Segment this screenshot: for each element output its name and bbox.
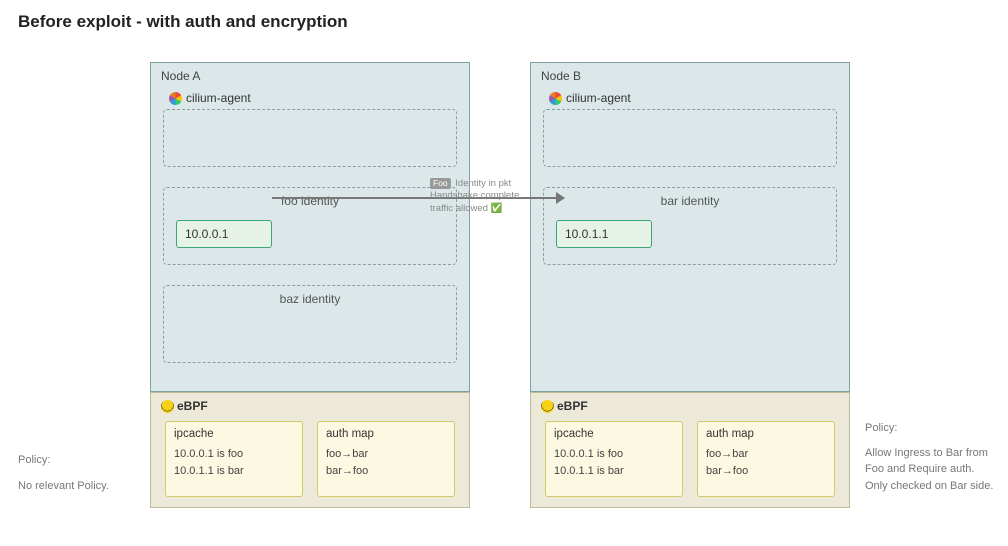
policy-right-l2: Only checked on Bar side.: [865, 478, 1005, 495]
node-b-box: Node B cilium-agent bar identity 10.0.1.…: [530, 62, 850, 392]
ipcache-a-box: ipcache 10.0.0.1 is foo 10.0.1.1 is bar: [165, 421, 303, 497]
authmap-b-l2: bar→foo: [706, 463, 826, 480]
bar-identity-box: bar identity 10.0.1.1: [543, 187, 837, 265]
bee-icon: [541, 400, 554, 413]
foo-tag: Foo: [430, 178, 451, 189]
cilium-icon: [549, 92, 562, 105]
agent-text: cilium-agent: [186, 91, 251, 105]
arrow-line1: Identity in pkt: [455, 178, 511, 189]
authmap-b-title: auth map: [706, 428, 826, 440]
policy-left-body: No relevant Policy.: [18, 478, 109, 496]
authmap-a-l2: bar→foo: [326, 463, 446, 480]
ebpf-b-box: eBPF ipcache 10.0.0.1 is foo 10.0.1.1 is…: [530, 392, 850, 508]
node-a-title: Node A: [161, 69, 200, 83]
node-a-agent-box: [163, 109, 457, 167]
ebpf-a-box: eBPF ipcache 10.0.0.1 is foo 10.0.1.1 is…: [150, 392, 470, 508]
authmap-b-box: auth map foo→bar bar→foo: [697, 421, 835, 497]
bar-ip-box: 10.0.1.1: [556, 220, 652, 248]
arrow-line3: traffic allowed ✅: [430, 203, 540, 215]
node-a-agent-label: cilium-agent: [169, 91, 251, 105]
node-a-box: Node A cilium-agent foo identity 10.0.0.…: [150, 62, 470, 392]
ebpf-b-label: eBPF: [541, 399, 588, 413]
ebpf-text: eBPF: [177, 399, 208, 413]
ipcache-a-l1: 10.0.0.1 is foo: [174, 446, 294, 463]
arrow-annotation: Foo Identity in pkt Handshake complete, …: [430, 178, 540, 215]
bee-icon: [161, 400, 174, 413]
cilium-icon: [169, 92, 182, 105]
arrow-line2: Handshake complete,: [430, 190, 540, 202]
policy-left-heading: Policy:: [18, 452, 109, 470]
bar-identity-label: bar identity: [544, 194, 836, 208]
authmap-a-l1: foo→bar: [326, 446, 446, 463]
ipcache-a-title: ipcache: [174, 428, 294, 440]
ipcache-b-l2: 10.0.1.1 is bar: [554, 463, 674, 480]
authmap-a-title: auth map: [326, 428, 446, 440]
node-b-title: Node B: [541, 69, 581, 83]
node-b-agent-box: [543, 109, 837, 167]
diagram-title: Before exploit - with auth and encryptio…: [18, 12, 348, 32]
policy-right-l1: Allow Ingress to Bar from Foo and Requir…: [865, 445, 1005, 478]
baz-identity-box: baz identity: [163, 285, 457, 363]
policy-right: Policy: Allow Ingress to Bar from Foo an…: [865, 420, 1005, 494]
authmap-a-box: auth map foo→bar bar→foo: [317, 421, 455, 497]
ipcache-b-box: ipcache 10.0.0.1 is foo 10.0.1.1 is bar: [545, 421, 683, 497]
baz-identity-label: baz identity: [164, 292, 456, 306]
authmap-b-l1: foo→bar: [706, 446, 826, 463]
ipcache-a-l2: 10.0.1.1 is bar: [174, 463, 294, 480]
ebpf-a-label: eBPF: [161, 399, 208, 413]
node-b-agent-label: cilium-agent: [549, 91, 631, 105]
foo-ip-box: 10.0.0.1: [176, 220, 272, 248]
ipcache-b-title: ipcache: [554, 428, 674, 440]
policy-left: Policy: No relevant Policy.: [18, 452, 109, 495]
ebpf-text: eBPF: [557, 399, 588, 413]
traffic-arrow-head: [556, 192, 565, 204]
agent-text: cilium-agent: [566, 91, 631, 105]
ipcache-b-l1: 10.0.0.1 is foo: [554, 446, 674, 463]
policy-right-heading: Policy:: [865, 420, 1005, 437]
